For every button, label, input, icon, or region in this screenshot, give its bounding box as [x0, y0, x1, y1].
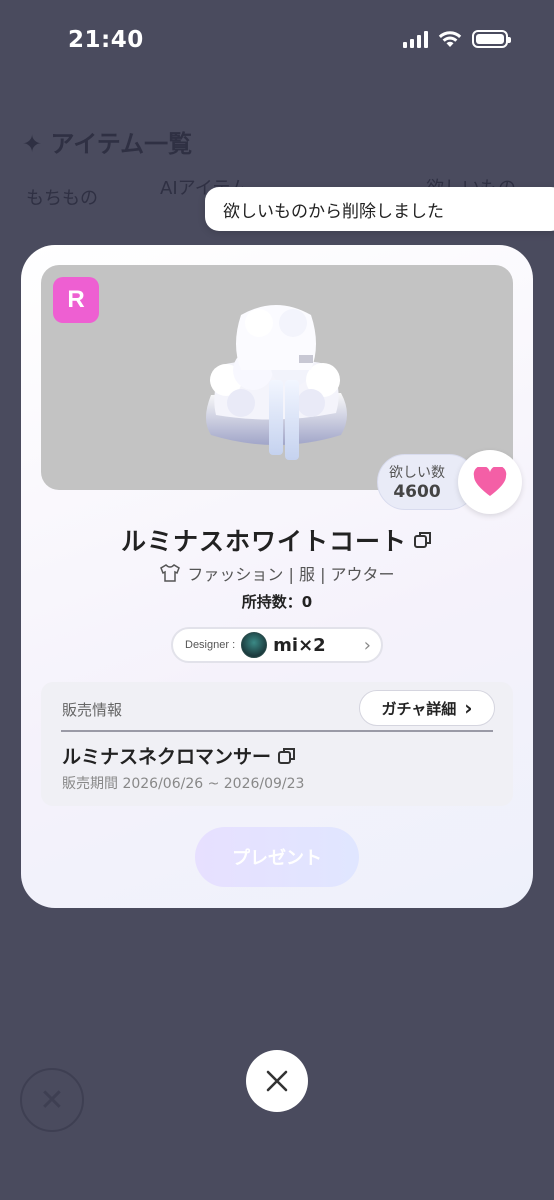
item-detail-card: R 欲しい数 4600 ルミナスホワイトコート ファッション | 服 | アウタ… — [21, 245, 533, 908]
background-close-icon: ✕ — [20, 1068, 84, 1132]
chevron-right-icon: › — [464, 696, 473, 720]
sale-info-label: 販売情報 — [62, 701, 123, 719]
item-name: ルミナスホワイトコート — [120, 527, 407, 556]
heart-icon — [473, 467, 507, 496]
designer-label: Designer : — [185, 639, 236, 651]
background-title: ✦ アイテム一覧 — [22, 130, 193, 158]
owned-count: 所持数：0 — [241, 593, 313, 611]
signal-icon — [403, 30, 428, 48]
sale-period: 販売期間 2026/06/26 ~ 2026/09/23 — [62, 776, 305, 792]
wish-count-label: 欲しい数 — [389, 465, 445, 481]
item-name-row: ルミナスホワイトコート — [21, 522, 533, 558]
sale-divider — [61, 730, 493, 732]
copy-icon[interactable] — [277, 746, 297, 766]
close-button[interactable] — [246, 1050, 308, 1112]
wish-heart-button[interactable] — [458, 450, 522, 514]
item-category: ファッション | 服 | アウター — [187, 565, 395, 584]
designer-name: mi×2 — [273, 634, 326, 656]
status-icons — [403, 30, 511, 48]
background-tab-owned: もちもの — [26, 188, 98, 209]
gacha-detail-label: ガチャ詳細 — [381, 699, 457, 718]
shirt-icon — [160, 564, 181, 582]
close-icon — [266, 1070, 288, 1092]
wifi-icon — [438, 31, 462, 47]
gacha-detail-button[interactable]: ガチャ詳細 › — [359, 690, 495, 726]
item-category-row: ファッション | 服 | アウター — [21, 561, 533, 585]
designer-button[interactable]: Designer : mi×2 › — [171, 627, 383, 663]
gacha-name-row: ルミナスネクロマンサー — [62, 742, 297, 769]
chevron-right-icon: › — [363, 634, 371, 656]
wish-count-value: 4600 — [393, 482, 441, 502]
sale-info-box: 販売情報 ガチャ詳細 › ルミナスネクロマンサー 販売期間 2026/06/26… — [41, 682, 513, 806]
coat-illustration — [206, 305, 347, 460]
status-bar: 21:40 — [0, 0, 554, 84]
gacha-name: ルミナスネクロマンサー — [62, 746, 272, 768]
battery-icon — [472, 30, 511, 48]
present-button[interactable]: プレゼント — [195, 827, 359, 887]
status-time: 21:40 — [68, 27, 144, 53]
rarity-badge: R — [53, 277, 99, 323]
copy-icon[interactable] — [413, 530, 433, 550]
designer-avatar — [241, 632, 268, 658]
toast-message: 欲しいものから削除しました — [205, 187, 554, 231]
